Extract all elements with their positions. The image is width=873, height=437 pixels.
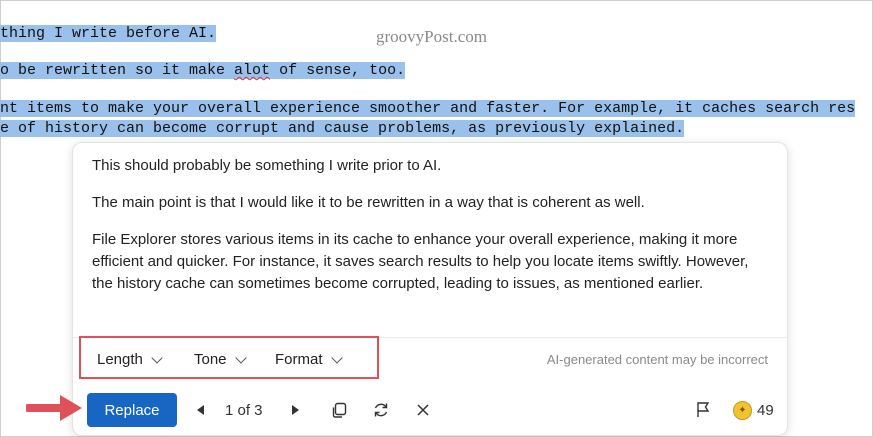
credits-count: 49 bbox=[757, 401, 774, 419]
format-dropdown[interactable]: Format bbox=[275, 351, 343, 368]
credits-indicator[interactable]: ✦ 49 bbox=[733, 391, 774, 429]
previous-button[interactable] bbox=[197, 391, 211, 429]
feedback-flag-button[interactable] bbox=[695, 391, 711, 429]
rewrite-content: This should probably be something I writ… bbox=[92, 155, 762, 310]
tone-label: Tone bbox=[194, 351, 227, 368]
close-button[interactable] bbox=[415, 391, 431, 429]
editor-line-2: o be rewritten so it make alot of sense,… bbox=[0, 61, 406, 81]
editor-line-1: thing I write before AI. bbox=[0, 24, 217, 44]
chevron-down-icon bbox=[151, 351, 163, 364]
next-icon bbox=[292, 405, 299, 415]
selected-text: nt items to make your overall experience… bbox=[0, 100, 856, 117]
selected-text: thing I write before AI. bbox=[0, 25, 217, 42]
editor-line-3: nt items to make your overall experience… bbox=[0, 99, 856, 119]
regenerate-icon bbox=[374, 403, 388, 417]
replace-button[interactable]: Replace bbox=[87, 393, 177, 427]
rewrite-panel: This should probably be something I writ… bbox=[72, 142, 788, 436]
length-dropdown[interactable]: Length bbox=[97, 351, 163, 368]
regenerate-button[interactable] bbox=[372, 391, 390, 429]
tone-dropdown[interactable]: Tone bbox=[194, 351, 247, 368]
copy-button[interactable] bbox=[330, 391, 348, 429]
arrow-annotation bbox=[26, 395, 82, 421]
rewrite-paragraph: This should probably be something I writ… bbox=[92, 157, 442, 174]
next-button[interactable] bbox=[292, 391, 306, 429]
chevron-down-icon bbox=[330, 351, 343, 364]
misspelled-word[interactable]: alot bbox=[234, 62, 270, 79]
flag-icon bbox=[697, 402, 710, 417]
credits-icon: ✦ bbox=[733, 400, 752, 420]
rewrite-paragraph: The main point is that I would like it t… bbox=[92, 194, 645, 211]
editor-line-4: e of history can become corrupt and caus… bbox=[0, 119, 685, 139]
length-label: Length bbox=[97, 351, 143, 368]
watermark: groovyPost.com bbox=[376, 27, 487, 46]
previous-icon bbox=[197, 405, 204, 415]
selected-text: e of history can become corrupt and caus… bbox=[0, 120, 685, 137]
close-icon bbox=[417, 404, 429, 416]
copy-icon bbox=[332, 402, 347, 418]
chevron-down-icon bbox=[234, 351, 247, 364]
selected-text: of sense, too. bbox=[270, 62, 406, 79]
ai-disclaimer: AI-generated content may be incorrect bbox=[546, 352, 768, 367]
panel-toolbar: Replace 1 of 3 ✦ 49 bbox=[73, 391, 787, 431]
format-label: Format bbox=[275, 351, 323, 368]
selected-text: o be rewritten so it make bbox=[0, 62, 235, 79]
pager-label: 1 of 3 bbox=[225, 401, 263, 419]
rewrite-paragraph: File Explorer stores various items in it… bbox=[92, 231, 749, 292]
